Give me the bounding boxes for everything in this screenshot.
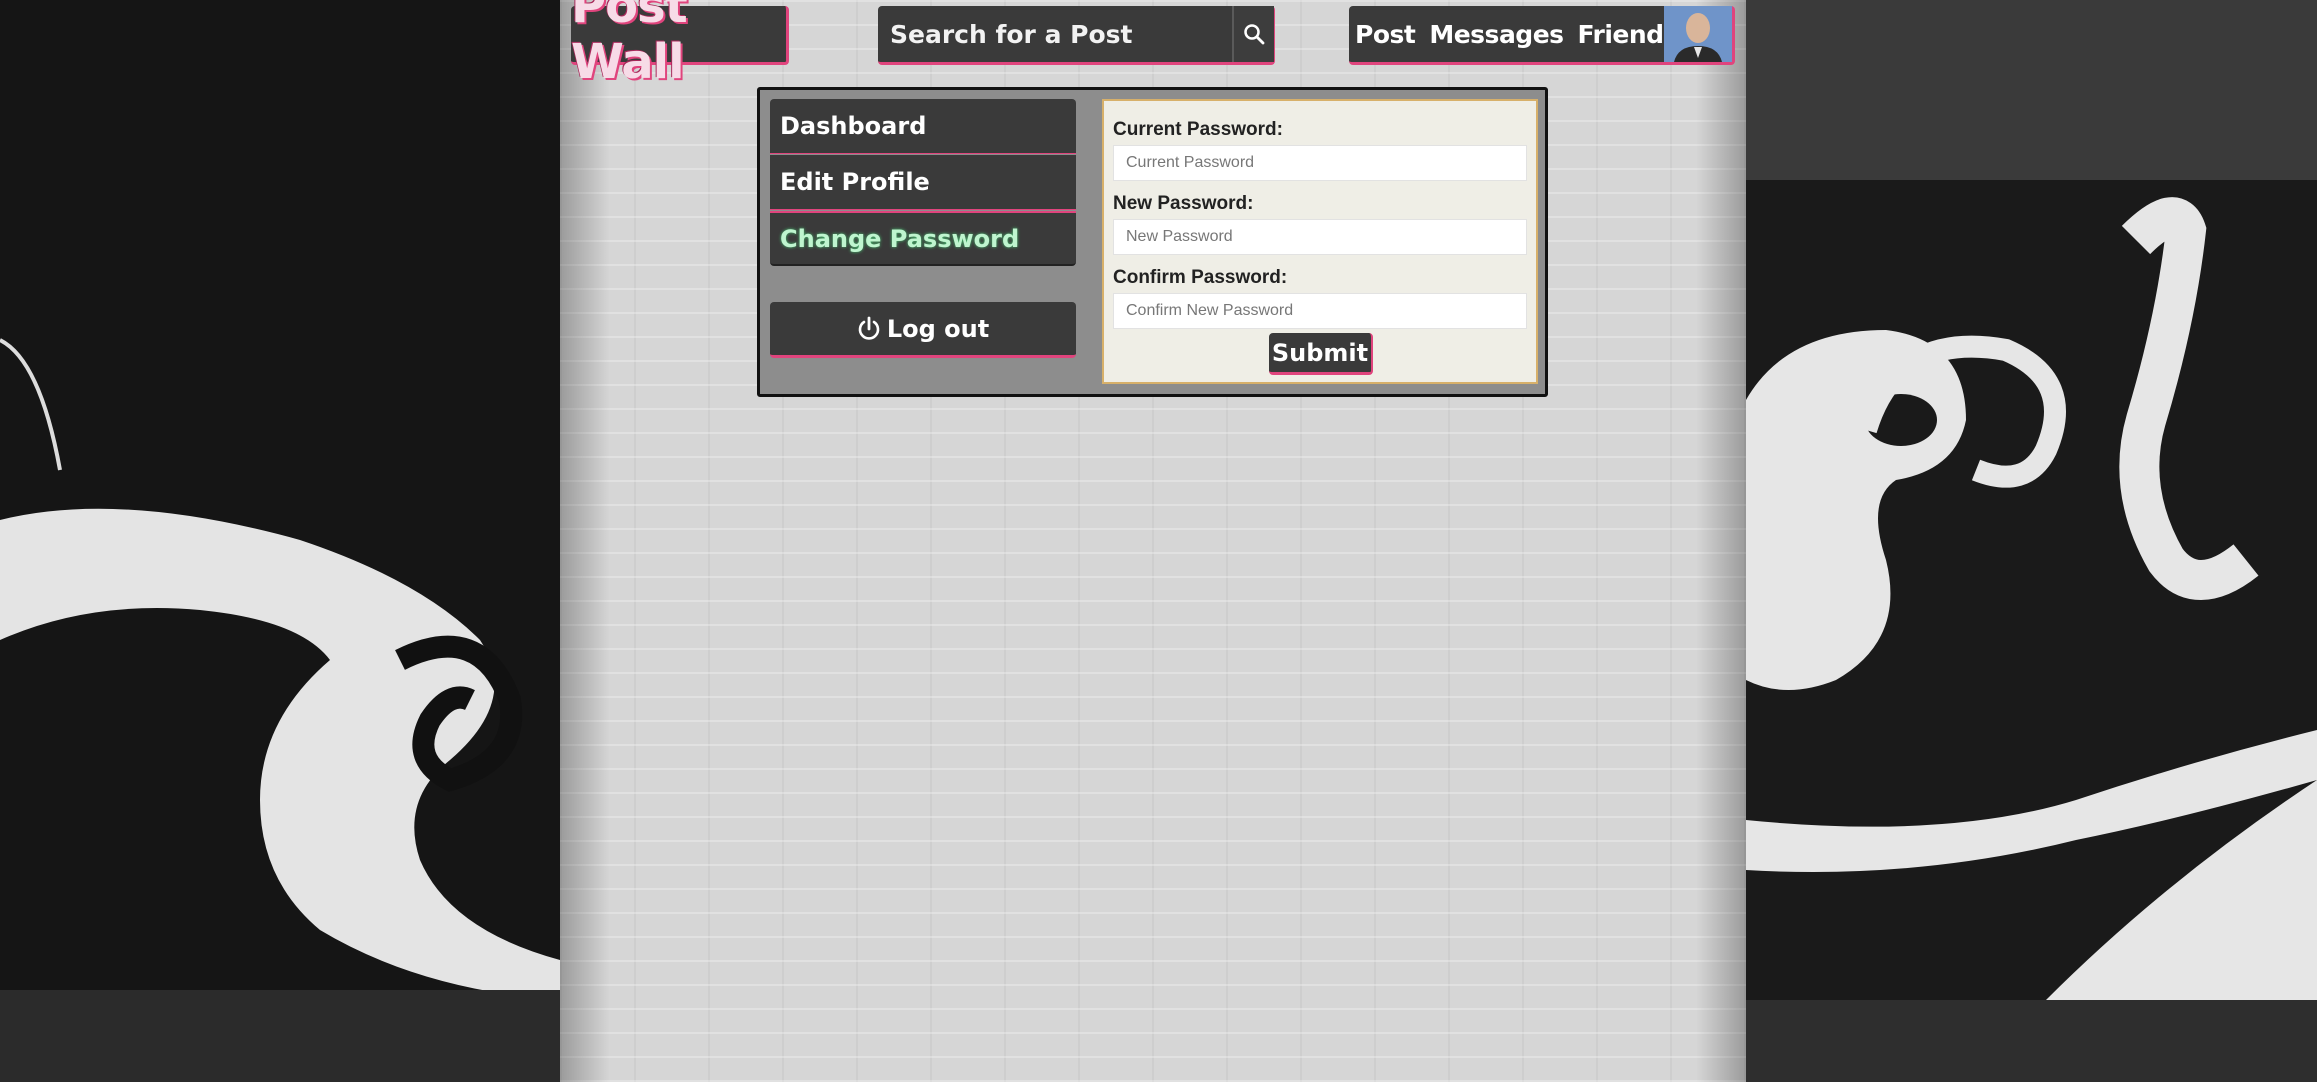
search-bar: [878, 6, 1275, 65]
sidebar-item-change-password[interactable]: Change Password: [770, 211, 1076, 266]
submit-button[interactable]: Submit: [1269, 333, 1373, 375]
mural-left-image: [0, 0, 560, 1082]
top-nav: Post Messages Friends: [1349, 6, 1735, 65]
sidebar-item-edit-profile[interactable]: Edit Profile: [770, 155, 1076, 210]
logout-label: Log out: [886, 314, 990, 343]
confirm-password-label: Confirm Password:: [1113, 267, 1288, 288]
avatar-image: [1664, 6, 1732, 62]
logo-text: Post Wall: [571, 0, 688, 90]
settings-panel: Dashboard Edit Profile Change Password L…: [757, 87, 1548, 397]
nav-post-link[interactable]: Post: [1355, 20, 1416, 49]
current-password-label: Current Password:: [1113, 119, 1283, 140]
user-avatar[interactable]: [1664, 6, 1732, 62]
nav-friends-link[interactable]: Friends: [1578, 20, 1679, 49]
logout-button[interactable]: Log out: [770, 302, 1076, 358]
confirm-password-field[interactable]: [1113, 293, 1527, 329]
new-password-label: New Password:: [1113, 193, 1254, 214]
mural-right-image: [1746, 0, 2317, 1082]
search-button[interactable]: [1232, 6, 1274, 62]
sidebar-item-dashboard[interactable]: Dashboard: [770, 99, 1076, 154]
site-logo[interactable]: Post Wall: [571, 0, 789, 90]
background-mural-left: [0, 0, 560, 1082]
background-mural-right: [1746, 0, 2317, 1082]
power-icon: [858, 316, 880, 340]
nav-messages-link[interactable]: Messages: [1429, 20, 1564, 49]
search-input[interactable]: [878, 6, 1232, 62]
current-password-field[interactable]: [1113, 145, 1527, 181]
search-icon: [1244, 24, 1265, 45]
change-password-form: Current Password: New Password: Confirm …: [1102, 99, 1538, 384]
new-password-field[interactable]: [1113, 219, 1527, 255]
